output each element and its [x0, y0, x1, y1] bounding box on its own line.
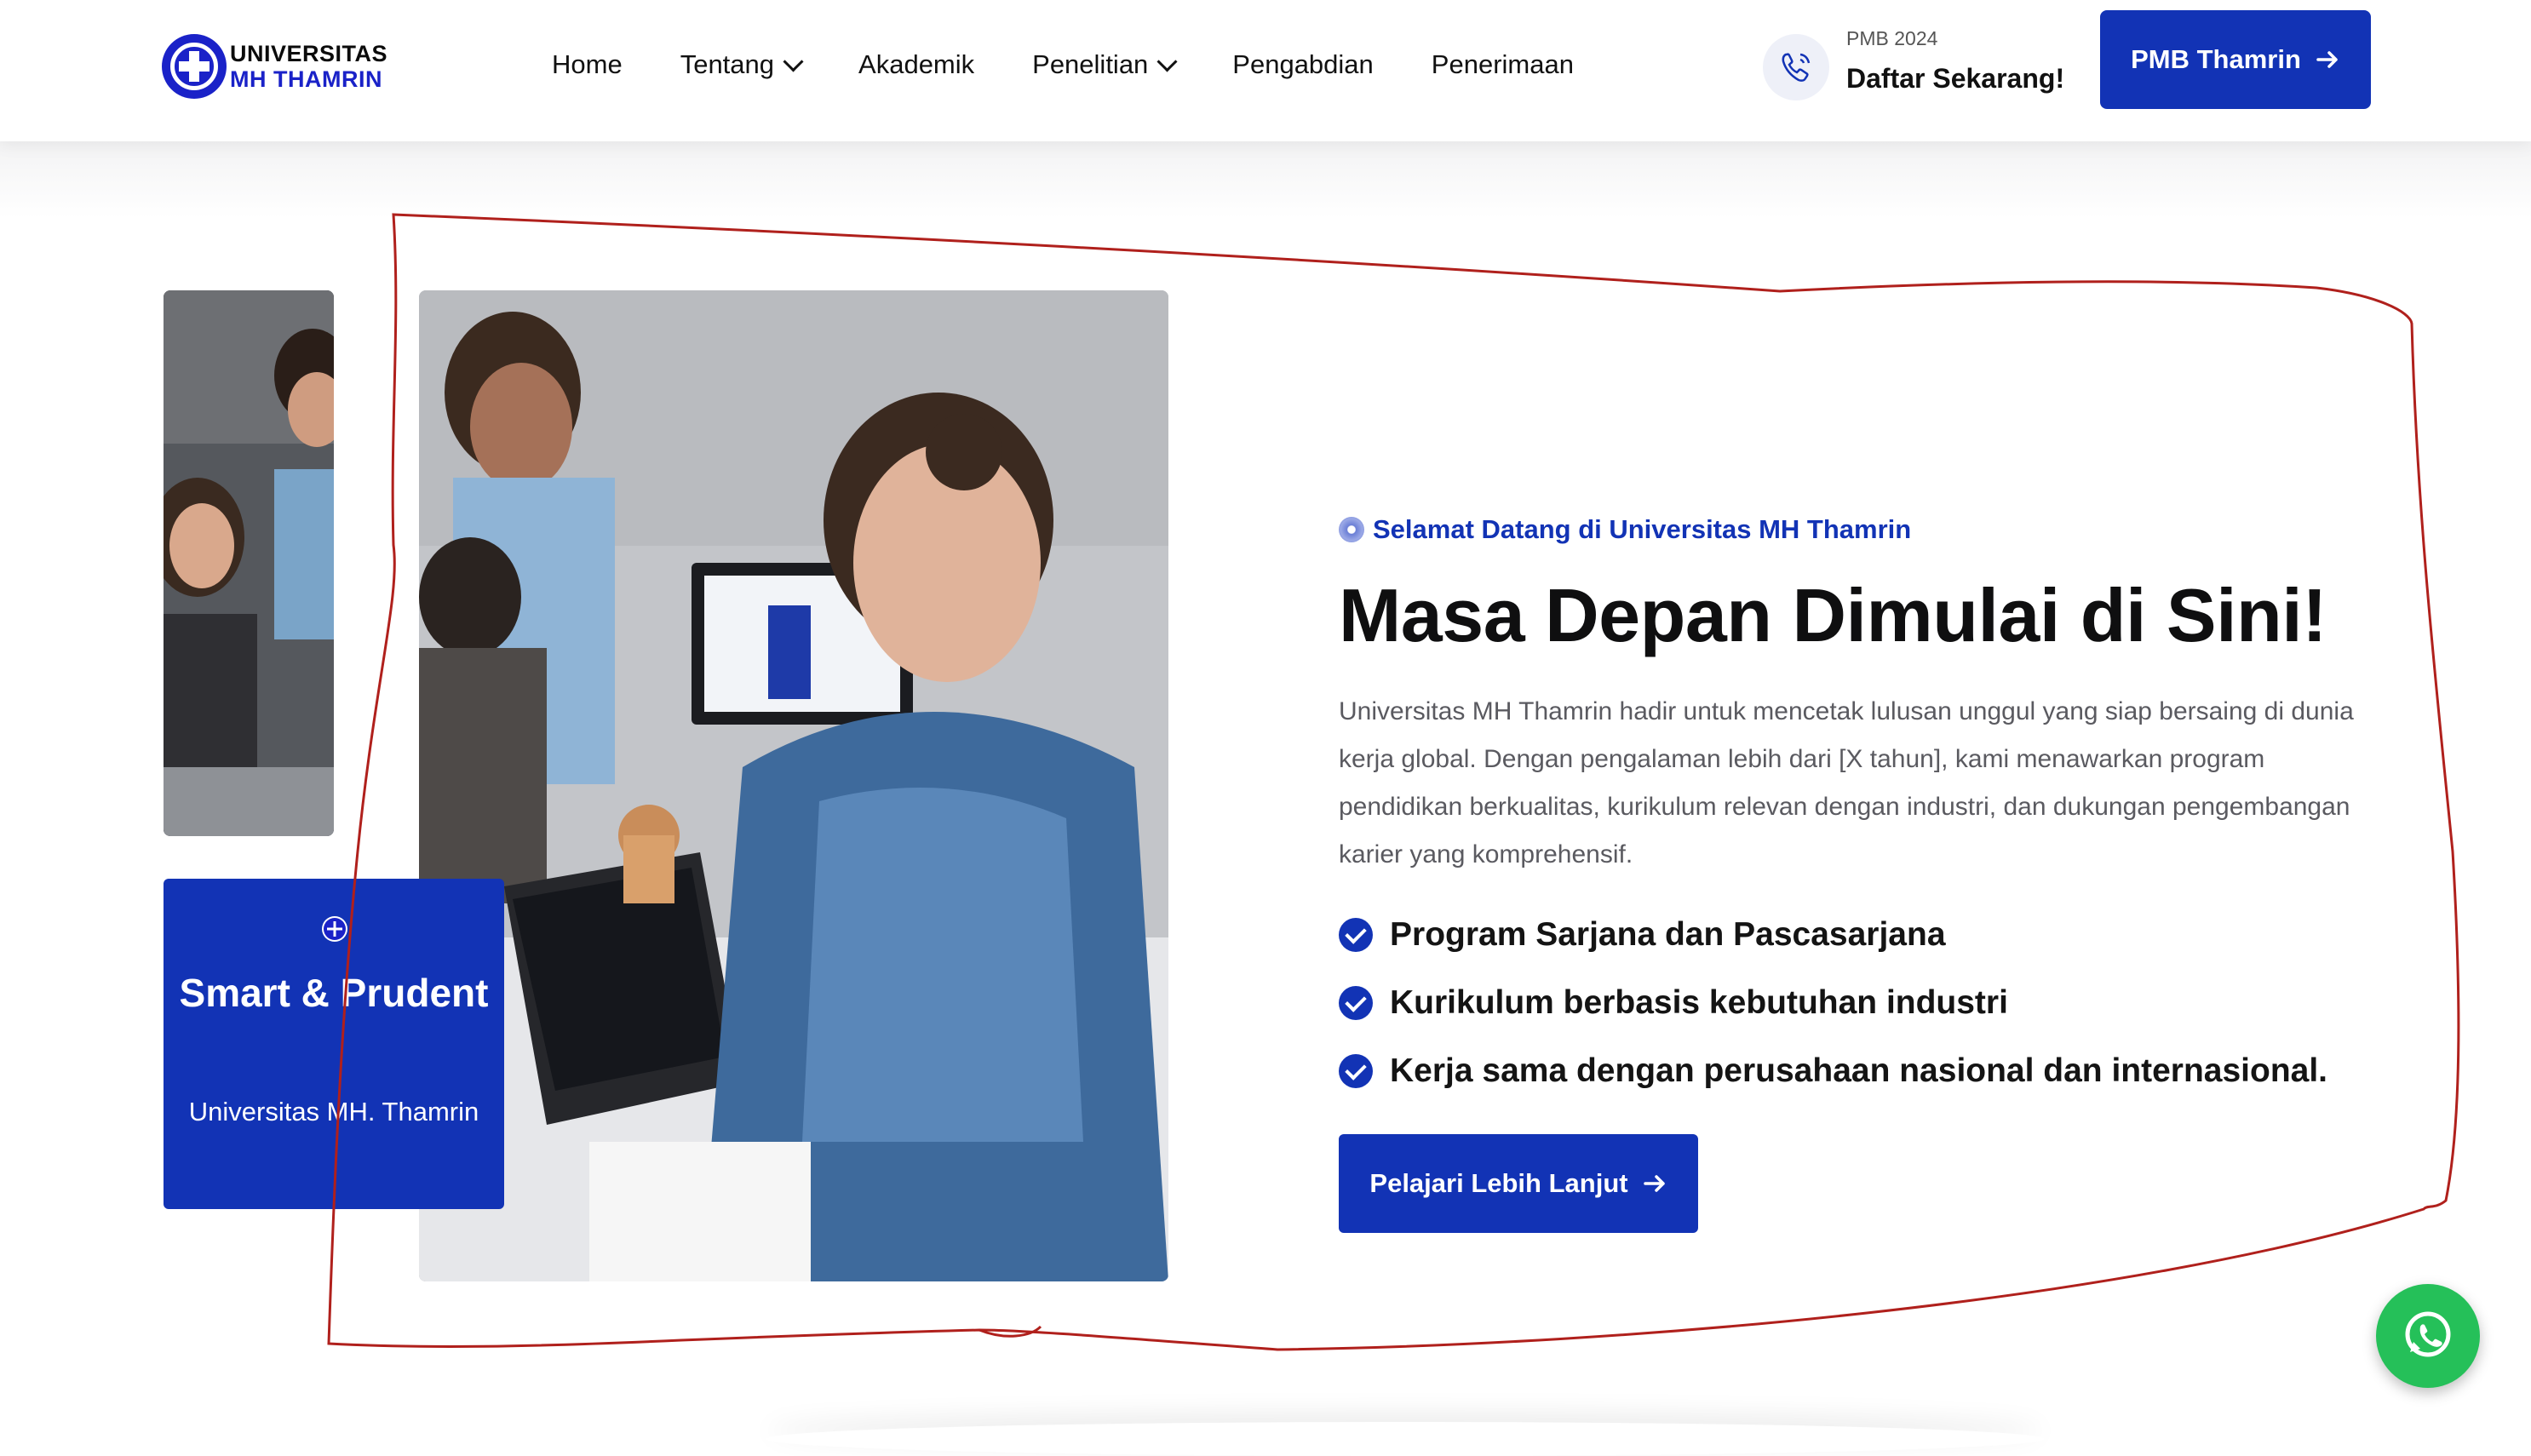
pmb-year-label: PMB 2024	[1846, 27, 1938, 49]
phone-icon[interactable]	[1763, 34, 1829, 100]
nav-home[interactable]: Home	[552, 48, 623, 82]
site-header: UNIVERSITAS MH THAMRIN Home Tentang Akad…	[0, 0, 2531, 141]
card-subtitle: Universitas MH. Thamrin	[188, 1097, 479, 1126]
pmb-thamrin-button[interactable]: PMB Thamrin	[2100, 10, 2371, 109]
register-now-link[interactable]: Daftar Sekarang!	[1846, 63, 2064, 95]
main-nav: Home Tentang Akademik Penelitian Pengabd…	[552, 48, 1632, 82]
hero-heading: Masa Depan Dimulai di Sini!	[1339, 573, 2327, 657]
university-logo[interactable]: UNIVERSITAS MH THAMRIN	[162, 32, 392, 100]
globe-icon	[322, 916, 347, 942]
section-divider-shadow	[766, 1422, 2044, 1456]
check-icon	[1339, 1054, 1373, 1088]
sparkle-icon	[1339, 517, 1364, 542]
feature-text: Program Sarjana dan Pascasarjana	[1390, 916, 1946, 953]
list-item: Kerja sama dengan perusahaan nasional da…	[1339, 1037, 2327, 1105]
nav-penelitian-label: Penelitian	[1032, 49, 1149, 79]
nav-akademik[interactable]: Akademik	[858, 48, 974, 82]
feature-list: Program Sarjana dan Pascasarjana Kurikul…	[1339, 901, 2327, 1105]
nav-akademik-label: Akademik	[858, 49, 975, 79]
learn-more-label: Pelajari Lebih Lanjut	[1369, 1168, 1628, 1198]
pmb-button-label: PMB Thamrin	[2131, 44, 2301, 74]
students-photo-small	[164, 290, 334, 836]
welcome-text: Selamat Datang di Universitas MH Thamrin	[1373, 514, 1912, 544]
arrow-right-icon	[1643, 1175, 1665, 1192]
feature-text: Kerja sama dengan perusahaan nasional da…	[1390, 1052, 2328, 1089]
student-hero-photo	[419, 290, 1168, 1281]
hero-paragraph: Universitas MH Thamrin hadir untuk mence…	[1339, 697, 2354, 868]
nav-penerimaan[interactable]: Penerimaan	[1432, 48, 1574, 82]
whatsapp-button[interactable]	[2376, 1284, 2480, 1388]
chevron-down-icon	[783, 50, 804, 72]
card-title: Smart & Prudent	[179, 971, 489, 1015]
whatsapp-icon	[2405, 1311, 2451, 1357]
nav-penerimaan-label: Penerimaan	[1431, 49, 1574, 79]
header-shadow-band	[0, 141, 2531, 218]
nav-home-label: Home	[552, 49, 623, 79]
nav-pengabdian[interactable]: Pengabdian	[1232, 48, 1374, 82]
learn-more-button[interactable]: Pelajari Lebih Lanjut	[1339, 1134, 1698, 1233]
nav-pengabdian-label: Pengabdian	[1232, 49, 1374, 79]
welcome-eyebrow: Selamat Datang di Universitas MH Thamrin	[1339, 514, 1911, 545]
logo-line1: UNIVERSITAS	[230, 41, 388, 66]
nav-tentang-label: Tentang	[680, 49, 775, 79]
check-icon	[1339, 986, 1373, 1020]
chevron-down-icon	[1156, 50, 1178, 72]
nav-tentang[interactable]: Tentang	[680, 48, 804, 82]
logo-line2: MH THAMRIN	[230, 66, 382, 92]
feature-text: Kurikulum berbasis kebutuhan industri	[1390, 984, 2008, 1021]
smart-prudent-card: Smart & Prudent Universitas MH. Thamrin	[164, 879, 504, 1209]
nav-penelitian[interactable]: Penelitian	[1032, 48, 1178, 82]
check-icon	[1339, 918, 1373, 952]
list-item: Kurikulum berbasis kebutuhan industri	[1339, 969, 2327, 1037]
arrow-right-icon	[2316, 51, 2338, 68]
logo-emblem-icon	[162, 34, 227, 99]
list-item: Program Sarjana dan Pascasarjana	[1339, 901, 2327, 969]
